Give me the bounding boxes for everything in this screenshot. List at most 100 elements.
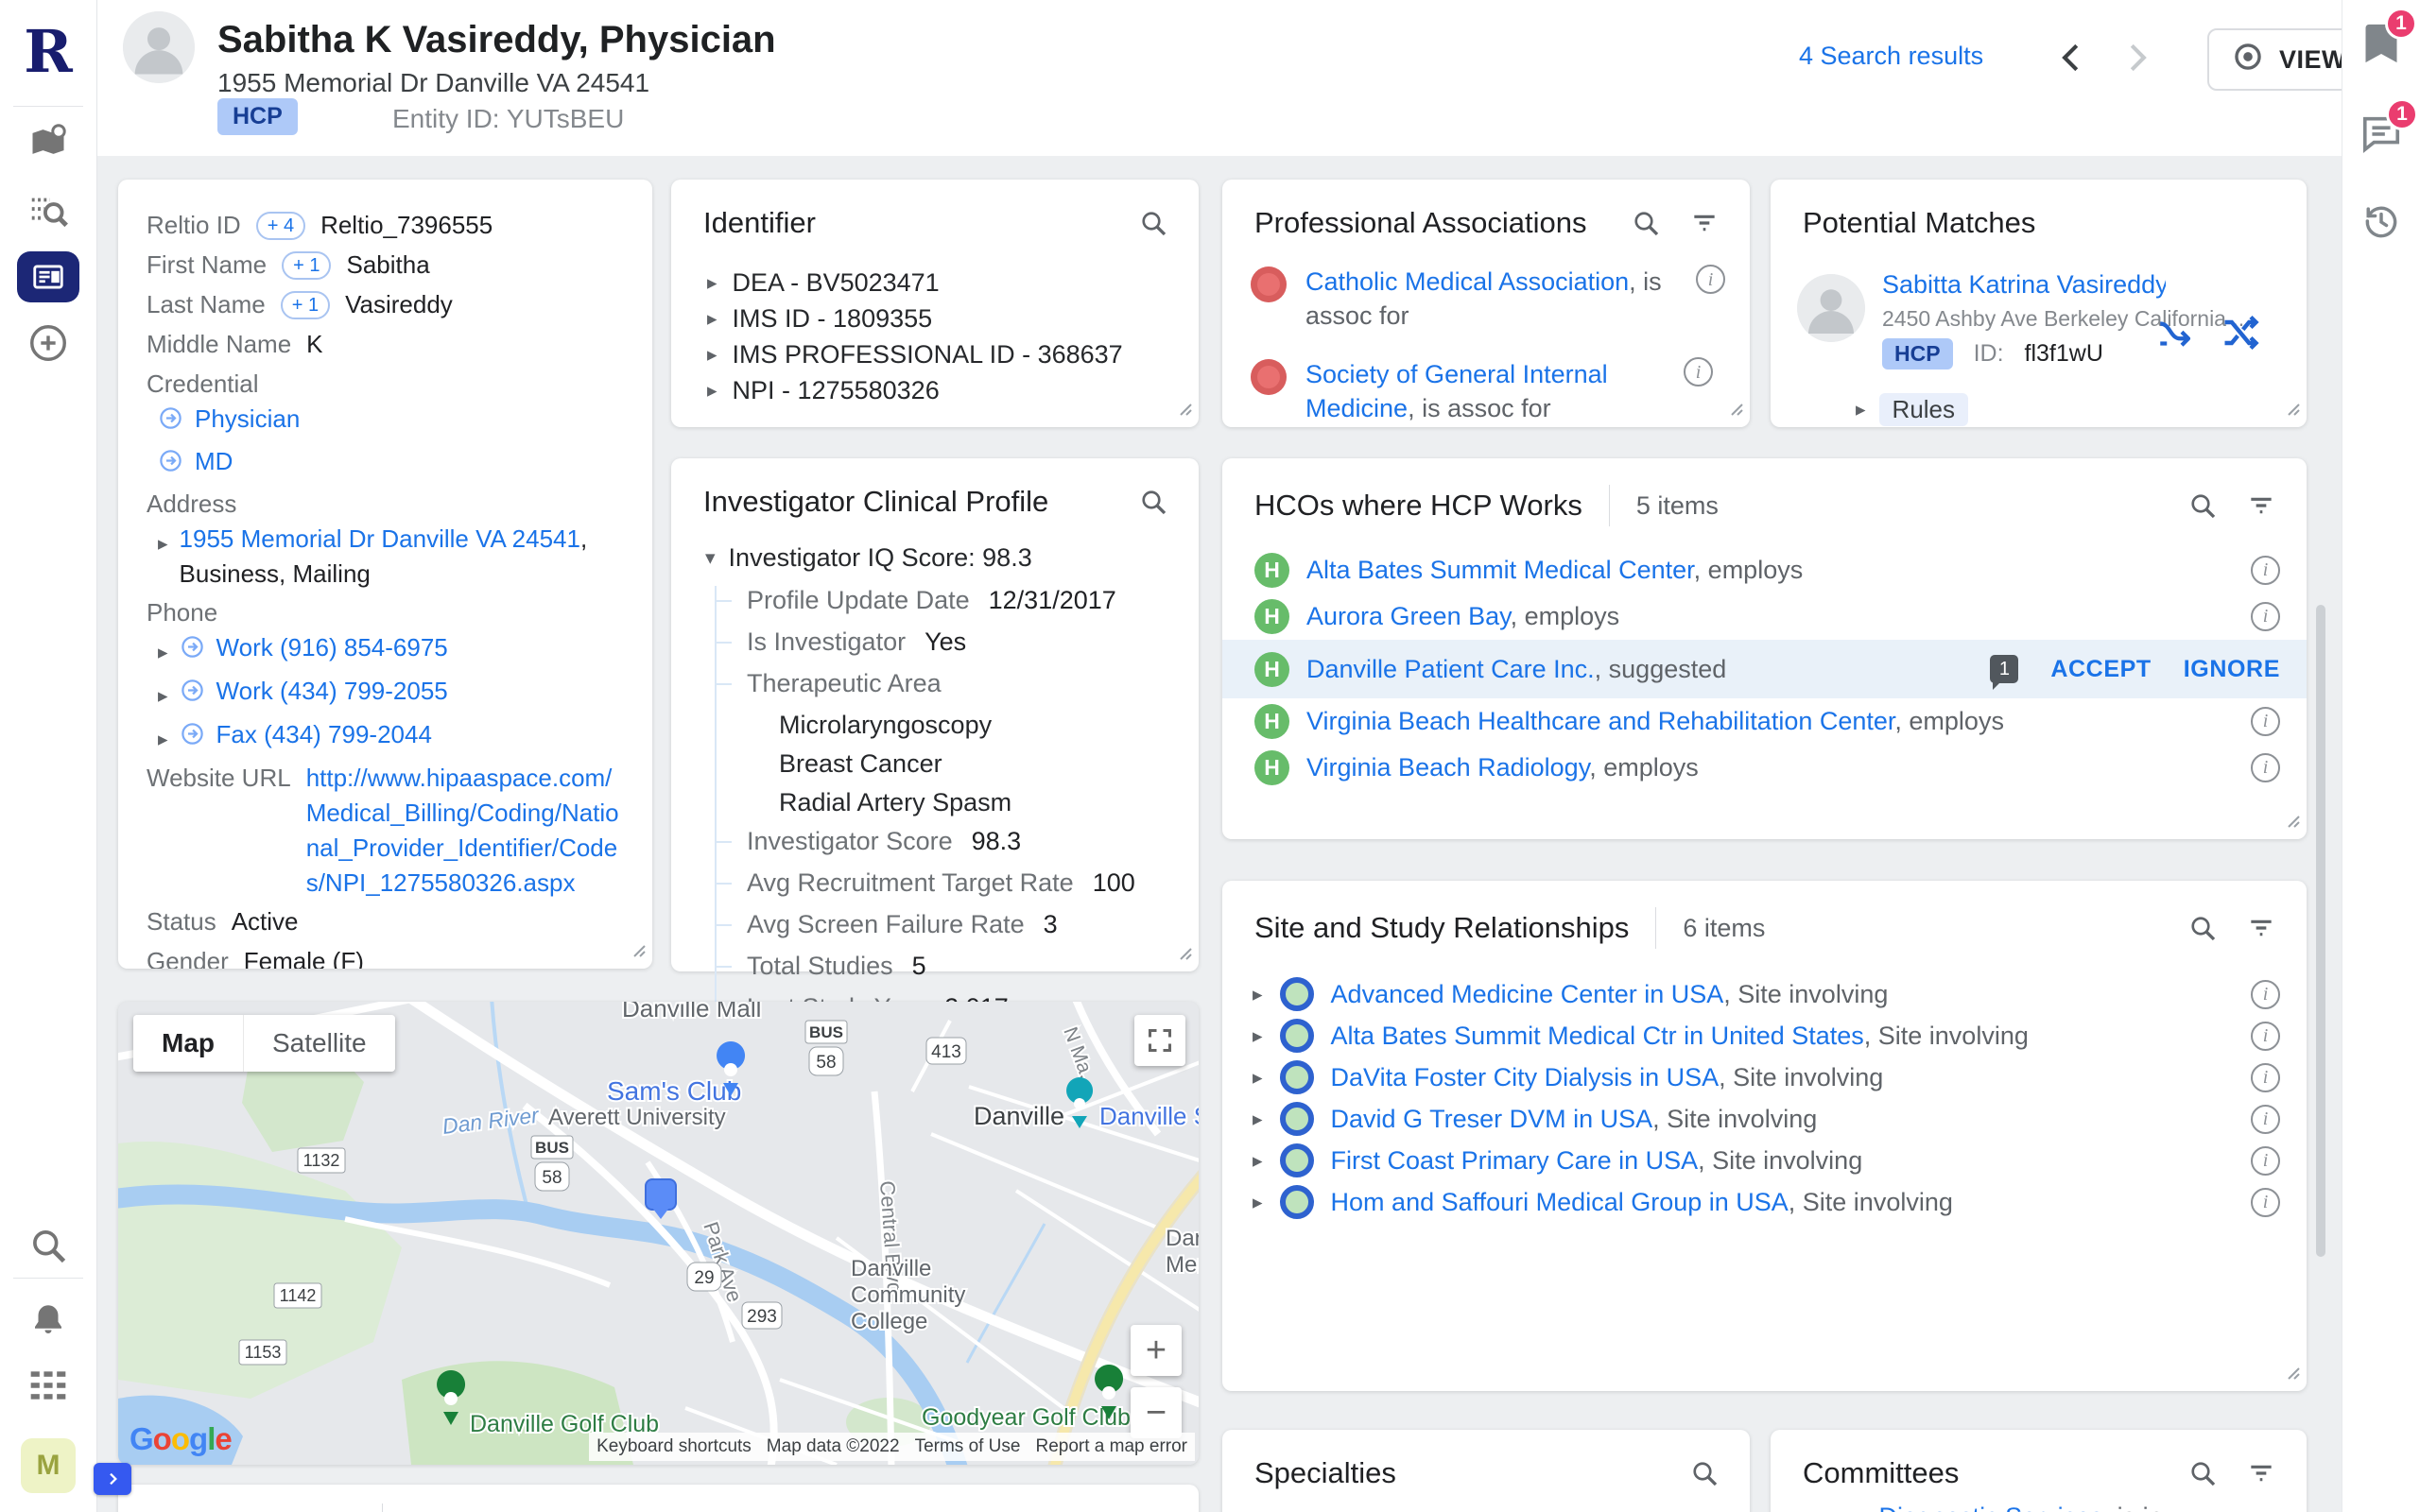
hco-link[interactable]: Aurora Green Bay xyxy=(1306,602,1511,630)
apps-grid-icon[interactable] xyxy=(27,1365,69,1411)
search-icon[interactable] xyxy=(27,1225,69,1271)
expand-panel-arrow[interactable] xyxy=(94,1463,131,1495)
hco-link[interactable]: Virginia Beach Radiology xyxy=(1306,753,1589,782)
more-values-chip[interactable]: + 1 xyxy=(282,251,331,280)
not-a-match-icon[interactable] xyxy=(2220,312,2261,353)
reltio-logo[interactable]: R xyxy=(24,17,73,86)
expand-caret-icon[interactable] xyxy=(707,307,717,331)
expand-caret-icon[interactable] xyxy=(1253,1191,1263,1214)
bookmarks-icon[interactable]: 1 xyxy=(2360,21,2402,71)
profile-tab-active[interactable] xyxy=(17,251,79,302)
zoom-out-button[interactable]: − xyxy=(1131,1387,1182,1438)
search-icon[interactable] xyxy=(2187,490,2218,521)
expand-caret-icon[interactable] xyxy=(1856,398,1866,421)
resize-handle[interactable] xyxy=(2285,1365,2300,1384)
search-results-link[interactable]: 4 Search results xyxy=(1799,42,1983,71)
accept-button[interactable]: ACCEPT xyxy=(2050,656,2151,683)
zoom-in-button[interactable]: + xyxy=(1131,1325,1182,1376)
expand-caret-icon[interactable] xyxy=(158,679,168,713)
chevron-left-icon[interactable] xyxy=(2054,40,2090,76)
search-icon[interactable] xyxy=(1631,208,1661,238)
info-icon[interactable]: i xyxy=(1684,357,1713,387)
expand-caret-icon[interactable] xyxy=(1253,1066,1263,1090)
expand-caret-icon[interactable] xyxy=(158,526,168,561)
info-icon[interactable]: i xyxy=(1696,265,1725,294)
search-icon[interactable] xyxy=(2187,913,2218,943)
info-icon[interactable]: i xyxy=(2251,753,2280,782)
filter-icon[interactable] xyxy=(2246,913,2276,943)
site-link[interactable]: Advanced Medicine Center in USA xyxy=(1331,980,1724,1008)
user-avatar[interactable]: M xyxy=(21,1438,76,1493)
ignore-button[interactable]: IGNORE xyxy=(2184,656,2280,683)
info-icon[interactable]: i xyxy=(2251,602,2280,631)
site-link[interactable]: DaVita Foster City Dialysis in USA xyxy=(1331,1063,1720,1091)
report-error-link[interactable]: Report a map error xyxy=(1028,1433,1195,1461)
info-icon[interactable]: i xyxy=(2251,1063,2280,1092)
google-logo[interactable]: Google xyxy=(130,1421,232,1457)
address-link[interactable]: 1955 Memorial Dr Danville VA 24541 xyxy=(180,524,580,553)
resize-handle[interactable] xyxy=(1177,945,1192,965)
website-link[interactable]: http://www.hipaaspace.com/Medical_Billin… xyxy=(306,761,626,901)
map-button[interactable]: Map xyxy=(133,1015,244,1072)
association-link[interactable]: Catholic Medical Association xyxy=(1305,267,1629,296)
search-list-icon[interactable] xyxy=(26,189,70,237)
merge-icon[interactable] xyxy=(2155,314,2195,353)
credential-link[interactable]: Physician xyxy=(195,402,300,437)
expand-caret-icon[interactable] xyxy=(1253,983,1263,1006)
rules-expander[interactable]: Rules xyxy=(1879,393,1968,426)
notifications-bell-icon[interactable] xyxy=(28,1300,68,1345)
hco-link[interactable]: Danville Patient Care Inc. xyxy=(1306,655,1595,683)
more-values-chip[interactable]: + 4 xyxy=(256,212,305,240)
info-icon[interactable]: i xyxy=(2251,980,2280,1009)
site-link[interactable]: David G Treser DVM in USA xyxy=(1331,1105,1653,1133)
site-link[interactable]: Alta Bates Summit Medical Ctr in United … xyxy=(1331,1022,1864,1050)
expand-caret-icon[interactable] xyxy=(1253,1108,1263,1131)
phone-link[interactable]: Work (434) 799-2055 xyxy=(216,674,448,709)
info-icon[interactable]: i xyxy=(2251,1188,2280,1217)
phone-link[interactable]: Fax (434) 799-2044 xyxy=(216,717,432,752)
scrollbar-thumb[interactable] xyxy=(2316,605,2325,1257)
keyboard-shortcuts-link[interactable]: Keyboard shortcuts xyxy=(589,1433,759,1461)
expand-caret-icon[interactable] xyxy=(707,343,717,367)
hco-link[interactable]: Virginia Beach Healthcare and Rehabilita… xyxy=(1306,707,1894,735)
info-icon[interactable]: i xyxy=(2251,556,2280,585)
filter-icon[interactable] xyxy=(2246,1458,2276,1488)
collapse-caret-icon[interactable] xyxy=(705,546,716,570)
resize-handle[interactable] xyxy=(2285,813,2300,833)
expand-caret-icon[interactable] xyxy=(1253,1149,1263,1173)
fullscreen-button[interactable] xyxy=(1134,1015,1185,1066)
expand-caret-icon[interactable] xyxy=(707,271,717,295)
phone-link[interactable]: Work (916) 854-6975 xyxy=(216,630,448,665)
info-icon[interactable]: i xyxy=(2251,1105,2280,1134)
site-link[interactable]: First Coast Primary Care in USA xyxy=(1331,1146,1699,1175)
search-icon[interactable] xyxy=(1138,208,1168,238)
dashboard-map-icon[interactable] xyxy=(27,121,69,167)
expand-caret-icon[interactable] xyxy=(707,379,717,403)
comments-icon[interactable]: 1 xyxy=(2360,112,2403,160)
expand-caret-icon[interactable] xyxy=(158,635,168,670)
site-link[interactable]: Hom and Saffouri Medical Group in USA xyxy=(1331,1188,1789,1216)
history-icon[interactable] xyxy=(2360,200,2402,247)
info-icon[interactable]: i xyxy=(2251,707,2280,736)
satellite-button[interactable]: Satellite xyxy=(244,1015,395,1072)
hco-link[interactable]: Alta Bates Summit Medical Center xyxy=(1306,556,1694,584)
expand-caret-icon[interactable] xyxy=(1253,1024,1263,1048)
expand-caret-icon[interactable] xyxy=(158,722,168,757)
add-circle-icon[interactable] xyxy=(26,321,70,369)
search-icon[interactable] xyxy=(1138,487,1168,517)
filter-icon[interactable] xyxy=(1689,208,1720,238)
suggestion-count-badge[interactable]: 1 xyxy=(1990,655,2018,683)
committee-link[interactable]: Diagnostic Services xyxy=(1879,1503,2103,1512)
search-icon[interactable] xyxy=(2187,1458,2218,1488)
credential-link[interactable]: MD xyxy=(195,444,233,479)
terms-link[interactable]: Terms of Use xyxy=(908,1433,1028,1461)
chevron-right-icon[interactable] xyxy=(2118,40,2154,76)
info-icon[interactable]: i xyxy=(2251,1146,2280,1176)
filter-icon[interactable] xyxy=(2246,490,2276,521)
more-values-chip[interactable]: + 1 xyxy=(281,291,330,319)
resize-handle[interactable] xyxy=(1728,401,1743,421)
resize-handle[interactable] xyxy=(1177,401,1192,421)
info-icon[interactable]: i xyxy=(2251,1022,2280,1051)
resize-handle[interactable] xyxy=(631,942,646,962)
resize-handle[interactable] xyxy=(2285,401,2300,421)
